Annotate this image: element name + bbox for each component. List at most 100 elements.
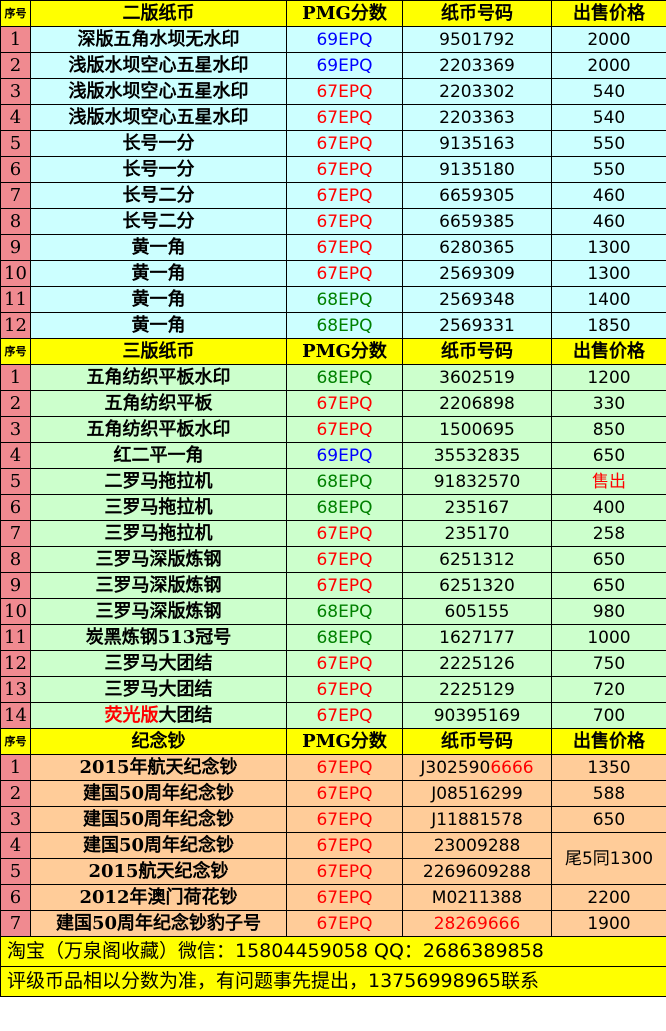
serial-header: 纸币号码 <box>402 0 552 27</box>
row-number: 5 <box>0 130 31 157</box>
serial-text: J11881578 <box>431 809 523 830</box>
serial-text: 91832570 <box>433 471 521 492</box>
table-row: 1 五角纺织平板水印 68EPQ 3602519 1200 <box>0 364 666 391</box>
serial-text: 2569348 <box>439 289 515 310</box>
contact-line: 淘宝（万泉阁收藏）微信：15804459058 QQ：2686389858 <box>0 936 666 967</box>
table-row: 13 三罗马大团结 67EPQ 2225129 720 <box>0 676 666 703</box>
sale-price: 1400 <box>551 286 666 313</box>
item-name-highlight: 荧光版 <box>104 704 159 726</box>
grade-value: 67EPQ <box>286 676 403 703</box>
row-number: 3 <box>0 806 31 833</box>
row-number: 11 <box>0 624 31 651</box>
grade-value: 69EPQ <box>286 442 403 469</box>
sale-price: 258 <box>551 520 666 547</box>
grade-value: 67EPQ <box>286 130 403 157</box>
table-row: 5 二罗马拖拉机 68EPQ 91832570 售出 <box>0 468 666 495</box>
table-row: 9 黄一角 67EPQ 6280365 1300 <box>0 234 666 261</box>
serial-number: 235170 <box>402 520 552 547</box>
grade-value: 67EPQ <box>286 780 403 807</box>
table-row: 7 建国50周年纪念钞豹子号 67EPQ 28269666 1900 <box>0 910 666 937</box>
item-name: 三罗马拖拉机 <box>30 520 287 547</box>
item-name: 深版五角水坝无水印 <box>30 26 287 53</box>
price-header: 出售价格 <box>551 338 666 365</box>
item-name-text: 黄一角 <box>131 288 186 310</box>
serial-text: J302590 <box>420 757 491 778</box>
sale-price: 650 <box>551 806 666 833</box>
item-name: 黄一角 <box>30 312 287 339</box>
table-row: 7 三罗马拖拉机 67EPQ 235170 258 <box>0 520 666 547</box>
sale-price: 1200 <box>551 364 666 391</box>
price-header: 出售价格 <box>551 0 666 27</box>
sale-price: 550 <box>551 130 666 157</box>
grade-value: 67EPQ <box>286 390 403 417</box>
grade-header: PMG分数 <box>286 338 403 365</box>
serial-text: 6251312 <box>439 549 515 570</box>
row-number: 8 <box>0 546 31 573</box>
item-name-text: 建国50周年纪念钞 <box>82 782 235 804</box>
item-name: 长号二分 <box>30 208 287 235</box>
serial-number: 35532835 <box>402 442 552 469</box>
serial-number: 9135163 <box>402 130 552 157</box>
table-row: 3 建国50周年纪念钞 67EPQ J11881578 650 <box>0 806 666 833</box>
sale-price: 540 <box>551 78 666 105</box>
sale-price: 1300 <box>551 260 666 287</box>
serial-number: J08516299 <box>402 780 552 807</box>
serial-number: 2269609288 <box>402 858 552 885</box>
grade-value: 67EPQ <box>286 546 403 573</box>
grade-value: 67EPQ <box>286 910 403 937</box>
row-number: 2 <box>0 52 31 79</box>
row-number: 2 <box>0 780 31 807</box>
row-number: 7 <box>0 910 31 937</box>
item-name-text: 2012年澳门荷花钞 <box>79 886 238 908</box>
serial-number: 605155 <box>402 598 552 625</box>
grade-value: 68EPQ <box>286 312 403 339</box>
row-number: 1 <box>0 364 31 391</box>
row-number: 1 <box>0 26 31 53</box>
sale-price: 850 <box>551 416 666 443</box>
serial-text: 9501792 <box>439 29 515 50</box>
item-name-text: 二罗马拖拉机 <box>104 470 213 492</box>
item-name: 浅版水坝空心五星水印 <box>30 104 287 131</box>
table-row: 4 红二平一角 69EPQ 35532835 650 <box>0 442 666 469</box>
table-row: 2 浅版水坝空心五星水印 69EPQ 2203369 2000 <box>0 52 666 79</box>
serial-text: 3602519 <box>439 367 515 388</box>
serial-text: 2225126 <box>439 653 515 674</box>
grade-value: 67EPQ <box>286 78 403 105</box>
table-row: 4 建国50周年纪念钞 67EPQ 23009288 尾5同1300 <box>0 832 666 885</box>
grade-value: 67EPQ <box>286 104 403 131</box>
item-name: 黄一角 <box>30 286 287 313</box>
table-row: 11 黄一角 68EPQ 2569348 1400 <box>0 286 666 313</box>
index-header: 序号 <box>0 338 31 365</box>
serial-number: 6251312 <box>402 546 552 573</box>
item-name: 五角纺织平板水印 <box>30 416 287 443</box>
grade-value: 68EPQ <box>286 468 403 495</box>
table-row: 4 浅版水坝空心五星水印 67EPQ 2203363 540 <box>0 104 666 131</box>
sale-price: 550 <box>551 156 666 183</box>
item-name: 建国50周年纪念钞 <box>30 780 287 807</box>
sale-price: 650 <box>551 442 666 469</box>
item-name-text: 炭黑炼钢513冠号 <box>85 626 232 648</box>
table-row: 8 三罗马深版炼钢 67EPQ 6251312 650 <box>0 546 666 573</box>
table-row: 2 五角纺织平板 67EPQ 2206898 330 <box>0 390 666 417</box>
serial-text: 35532835 <box>433 445 521 466</box>
serial-number: 9501792 <box>402 26 552 53</box>
item-name-text: 三罗马大团结 <box>104 652 213 674</box>
grade-value: 67EPQ <box>286 416 403 443</box>
table-row: 10 黄一角 67EPQ 2569309 1300 <box>0 260 666 287</box>
table-row: 6 2012年澳门荷花钞 67EPQ M0211388 2200 <box>0 884 666 911</box>
serial-text: 6659385 <box>439 211 515 232</box>
item-name-text: 三罗马大团结 <box>104 678 213 700</box>
serial-number: 6659385 <box>402 208 552 235</box>
row-number: 8 <box>0 208 31 235</box>
section-title: 三版纸币 <box>30 338 287 365</box>
serial-text: 23009288 <box>433 835 521 856</box>
row-number: 4 <box>0 442 31 469</box>
item-name: 长号一分 <box>30 130 287 157</box>
serial-text: 2206898 <box>439 393 515 414</box>
item-name-text: 五角纺织平板水印 <box>86 418 231 440</box>
item-name-text: 黄一角 <box>131 262 186 284</box>
sale-price: 1900 <box>551 910 666 937</box>
grade-value: 68EPQ <box>286 598 403 625</box>
item-name-text: 黄一角 <box>131 236 186 258</box>
grade-value: 67EPQ <box>286 234 403 261</box>
